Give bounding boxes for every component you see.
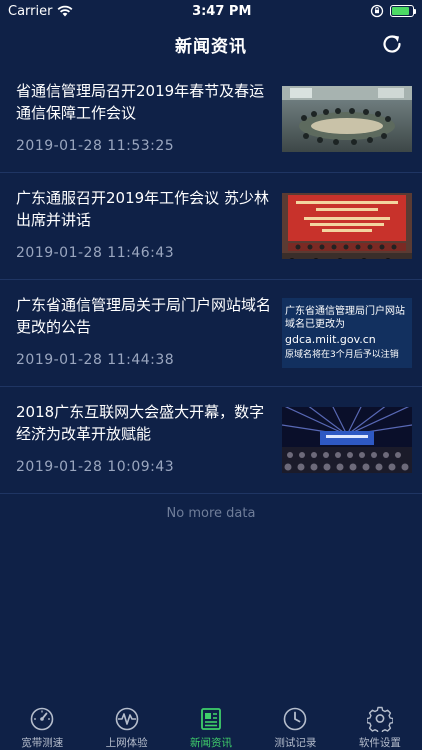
tab-news[interactable]: 新闻资讯 — [169, 700, 253, 750]
news-time: 2019-01-28 11:46:43 — [16, 245, 175, 261]
wifi-icon — [58, 5, 73, 17]
news-thumbnail: 广东省通信管理局门户网站 域名已更改为 gdca.miit.gov.cn 原域名… — [282, 298, 412, 368]
battery-icon — [389, 5, 416, 17]
tab-bar: 宽带测速 上网体验 新闻资讯 测试记录 软件设置 — [0, 700, 422, 750]
newspaper-icon — [201, 708, 221, 730]
news-time: 2019-01-28 11:44:38 — [16, 352, 175, 368]
no-more-label: No more data — [166, 506, 256, 521]
news-item[interactable]: 2018广东互联网大会盛大开幕，数字经济为改革开放赋能 2019-01-28 1… — [0, 387, 422, 494]
news-title: 广东通服召开2019年工作会议 苏少林出席并讲话 — [16, 189, 269, 229]
orientation-lock-icon — [370, 4, 384, 18]
news-title: 广东省通信管理局关于局门户网站域名更改的公告 — [16, 296, 272, 336]
news-time: 2019-01-28 10:09:43 — [16, 459, 175, 475]
nav-bar: 新闻资讯 — [0, 22, 422, 66]
news-title: 省通信管理局召开2019年春节及春运通信保障工作会议 — [16, 82, 265, 122]
tab-internet-experience[interactable]: 上网体验 — [84, 700, 168, 750]
gear-icon — [366, 706, 393, 732]
speedometer-icon — [30, 707, 54, 731]
news-item[interactable]: 广东通服召开2019年工作会议 苏少林出席并讲话 2019-01-28 11:4… — [0, 173, 422, 280]
status-bar: Carrier 3:47 PM — [0, 0, 422, 22]
tab-label: 上网体验 — [105, 737, 148, 749]
page-title: 新闻资讯 — [175, 36, 247, 57]
thumb-line: 域名已更改为 — [285, 319, 345, 330]
thumb-line: 广东省通信管理局门户网站 — [285, 306, 405, 317]
tab-label: 软件设置 — [358, 737, 401, 749]
thumb-domain: gdca.miit.gov.cn — [285, 333, 376, 346]
tab-speed-test[interactable]: 宽带测速 — [0, 700, 84, 750]
news-item[interactable]: 省通信管理局召开2019年春节及春运通信保障工作会议 2019-01-28 11… — [0, 66, 422, 173]
news-title: 2018广东互联网大会盛大开幕，数字经济为改革开放赋能 — [16, 403, 265, 443]
tab-label: 测试记录 — [274, 737, 317, 749]
pulse-icon — [115, 707, 138, 731]
status-time: 3:47 PM — [192, 3, 252, 19]
news-thumbnail — [282, 86, 412, 152]
refresh-icon[interactable] — [380, 32, 404, 56]
news-thumbnail — [282, 193, 412, 259]
tab-test-records[interactable]: 测试记录 — [253, 700, 337, 750]
carrier-label: Carrier — [8, 3, 53, 19]
news-item[interactable]: 广东省通信管理局关于局门户网站域名更改的公告 2019-01-28 11:44:… — [0, 280, 422, 387]
news-list: 省通信管理局召开2019年春节及春运通信保障工作会议 2019-01-28 11… — [0, 66, 422, 494]
tab-label: 新闻资讯 — [190, 737, 233, 749]
tab-label: 宽带测速 — [21, 737, 64, 749]
thumb-line: 原域名将在3个月后予以注销 — [285, 350, 399, 360]
news-thumbnail — [282, 407, 412, 473]
clock-icon — [284, 707, 307, 731]
news-time: 2019-01-28 11:53:25 — [16, 138, 175, 154]
tab-settings[interactable]: 软件设置 — [338, 700, 422, 750]
